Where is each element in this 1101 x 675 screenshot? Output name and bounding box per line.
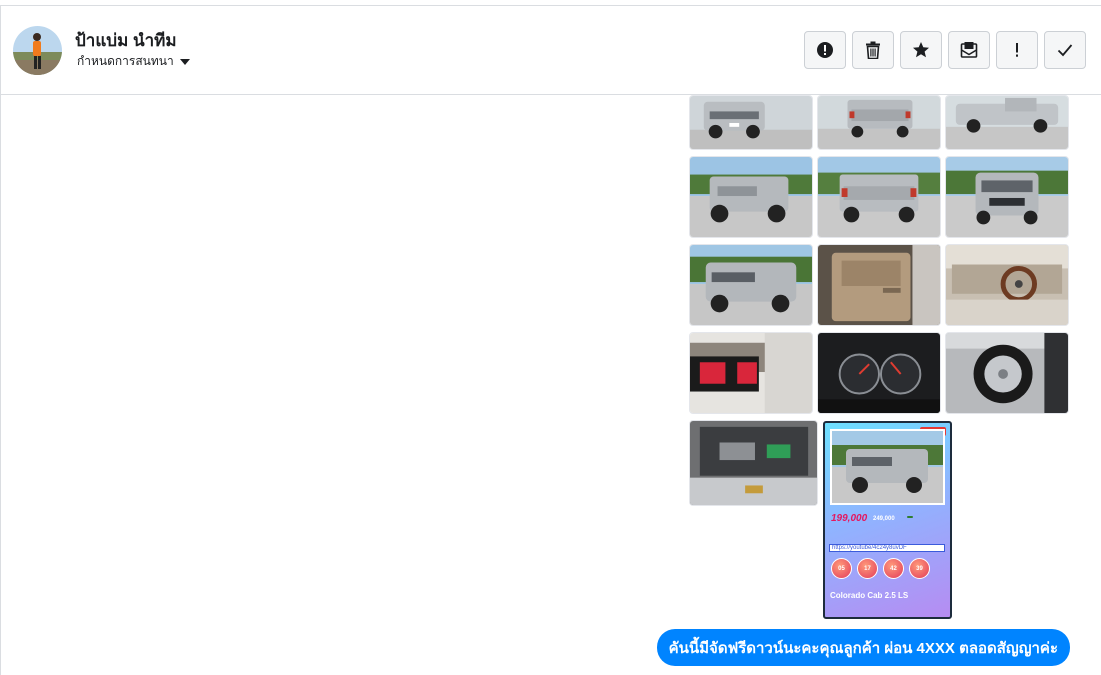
delete-button[interactable] [852,31,894,69]
featured-tag [907,516,913,518]
star-button[interactable] [900,31,942,69]
car-photo[interactable] [817,156,941,238]
car-photo[interactable] [689,332,813,414]
contact-name[interactable]: ป้าแบ่ม นำทีม [75,27,177,54]
featured-number: 39 [909,558,930,579]
car-photo[interactable] [945,332,1069,414]
conversation-header: ป้าแบ่ม นำทีม กำหนดการสนทนา [1,6,1101,95]
featured-old-price: 249,000 [873,516,895,522]
mark-unread-button[interactable] [948,31,990,69]
featured-price: 199,000 [831,513,868,524]
car-photo[interactable] [945,95,1069,150]
car-photo[interactable] [817,244,941,326]
check-icon [1057,44,1073,57]
featured-model: Colorado Cab 2.5 LS [830,591,909,600]
left-border [0,5,1,675]
important-button[interactable] [996,31,1038,69]
subtitle-label: กำหนดการสนทนา [77,54,174,68]
envelope-icon [960,42,978,58]
featured-car-photo [830,429,945,505]
star-icon [913,42,929,58]
featured-link[interactable]: https://youtube/4c24y8uvDF [829,544,945,552]
exclamation-icon [1016,43,1018,57]
car-photo[interactable] [945,244,1069,326]
message-bubble[interactable]: คันนี้มีจัดฟรีดาวน์นะคะคุณลูกค้า ผ่อน 4X… [656,629,1070,666]
car-photo[interactable] [689,420,818,506]
featured-number: 17 [857,558,878,579]
featured-number: 42 [883,558,904,579]
exclamation-circle-icon [817,42,833,58]
car-photo[interactable] [689,95,813,150]
featured-number-row: 05 17 42 39 [831,558,930,579]
car-photo[interactable] [817,332,941,414]
mark-done-button[interactable] [1044,31,1086,69]
conversation-settings-dropdown[interactable]: กำหนดการสนทนา [77,52,190,71]
car-photo[interactable] [689,156,813,238]
action-toolbar [804,31,1086,69]
report-button[interactable] [804,31,846,69]
car-photo[interactable] [945,156,1069,238]
avatar[interactable] [13,26,62,75]
car-photo[interactable] [689,244,813,326]
caret-down-icon [179,59,190,65]
car-photo[interactable] [817,95,941,150]
featured-number: 05 [831,558,852,579]
featured-listing-card[interactable]: 199,000 249,000 https://youtube/4c24y8uv… [823,421,952,619]
trash-icon [866,41,880,59]
